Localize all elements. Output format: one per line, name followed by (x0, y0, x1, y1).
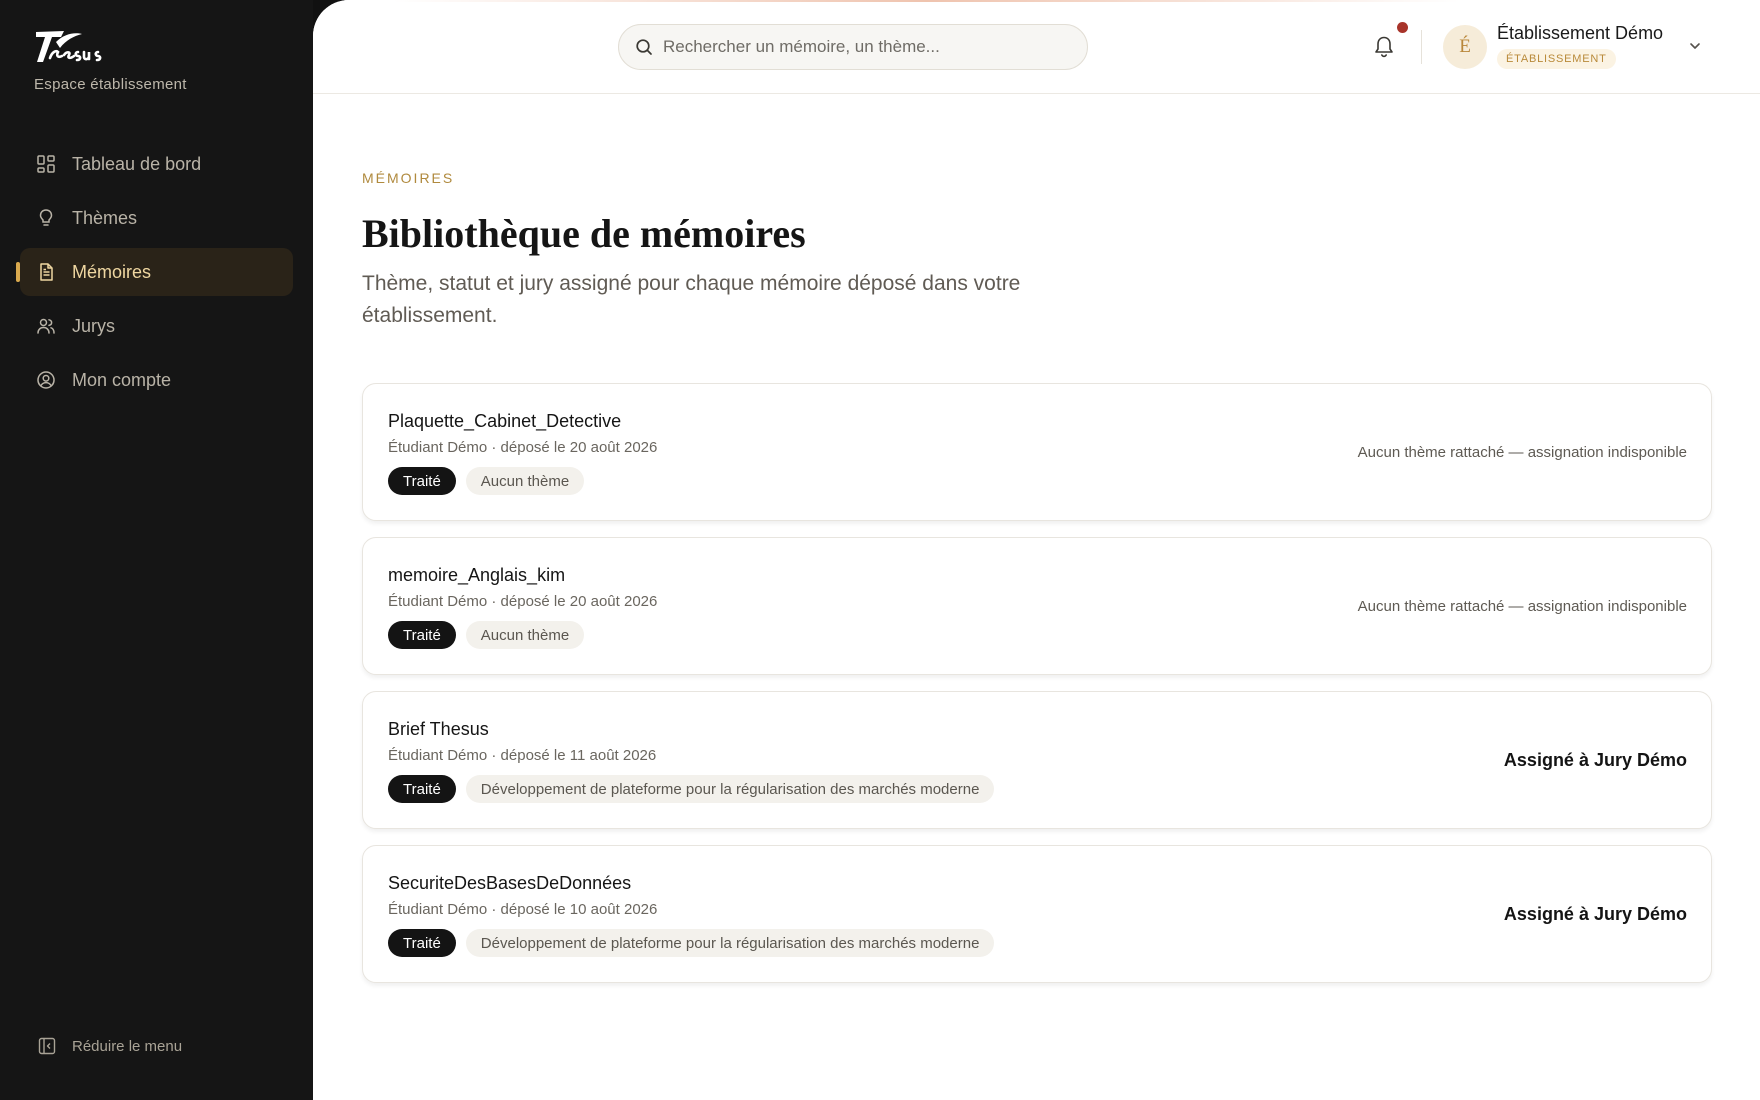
sidebar-item-label: Jurys (72, 315, 116, 336)
memoires-list: Plaquette_Cabinet_Detective Étudiant Dém… (362, 383, 1712, 999)
status-badge: Traité (388, 775, 456, 803)
memoire-title[interactable]: SecuriteDesBasesDeDonnées (388, 873, 631, 894)
memoire-meta: Étudiant Démo · déposé le 20 août 2026 (388, 593, 658, 610)
memoire-tags: Traité Aucun thème (388, 621, 585, 649)
memoire-title[interactable]: memoire_Anglais_kim (388, 565, 565, 586)
notifications-button[interactable] (1373, 34, 1397, 60)
page-eyebrow: MÉMOIRES (362, 170, 455, 186)
collapse-menu-button[interactable]: Réduire le menu (38, 1037, 182, 1055)
status-badge: Traité (388, 929, 456, 957)
memoire-card[interactable]: Plaquette_Cabinet_Detective Étudiant Dém… (362, 383, 1712, 521)
memoire-card[interactable]: SecuriteDesBasesDeDonnées Étudiant Démo … (362, 845, 1712, 983)
user-name[interactable]: Établissement Démo (1497, 23, 1663, 44)
memoire-card[interactable]: Brief Thesus Étudiant Démo · déposé le 1… (362, 691, 1712, 829)
assigned-jury[interactable]: Assigné à Jury Démo (1504, 846, 1687, 982)
sidebar-item-label: Mon compte (72, 369, 172, 390)
memoire-meta: Étudiant Démo · déposé le 10 août 2026 (388, 901, 658, 918)
sidebar-item-label: Mémoires (72, 261, 152, 282)
memoire-tags: Traité Aucun thème (388, 467, 585, 495)
collapse-menu-label: Réduire le menu (72, 1037, 183, 1055)
assigned-jury[interactable]: Assigné à Jury Démo (1504, 692, 1687, 828)
memoire-tags: Traité Développement de plateforme pour … (388, 929, 995, 957)
role-badge: ÉTABLISSEMENT (1497, 49, 1616, 69)
account-menu-button[interactable] (1687, 38, 1703, 54)
sidebar-nav: Tableau de bord Thèmes Mémoires Jurys Mo… (16, 140, 293, 410)
memoire-title[interactable]: Brief Thesus (388, 719, 489, 740)
memoire-meta: Étudiant Démo · déposé le 11 août 2026 (388, 747, 657, 764)
page-description: Thème, statut et jury assigné pour chaqu… (362, 272, 1021, 327)
sidebar-item-themes[interactable]: Thèmes (20, 194, 293, 242)
sidebar-item-label: Thèmes (72, 207, 138, 228)
theme-tag: Aucun thème (465, 621, 585, 649)
document-icon (36, 262, 56, 282)
search-box[interactable] (618, 24, 1088, 70)
user-circle-icon (36, 370, 56, 390)
chevron-down-icon (1690, 43, 1700, 49)
dashboard-grid-icon (36, 154, 56, 174)
thesus-logo-icon (36, 31, 102, 62)
sidebar-item-memoires[interactable]: Mémoires (16, 248, 293, 296)
sidebar-collapse-icon (38, 1037, 56, 1055)
theme-tag: Aucun thème (465, 467, 585, 495)
status-badge: Traité (388, 467, 456, 495)
page-title: Bibliothèque de mémoires (362, 211, 806, 256)
sidebar-item-mon-compte[interactable]: Mon compte (20, 356, 293, 404)
assignment-status: Aucun thème rattaché — assignation indis… (1357, 597, 1687, 615)
thesus-logo[interactable] (34, 28, 104, 66)
sidebar-item-jurys[interactable]: Jurys (20, 302, 293, 350)
notification-badge (1397, 22, 1408, 33)
assignment-status: Aucun thème rattaché — assignation indis… (1357, 443, 1687, 461)
sidebar-item-label: Tableau de bord (72, 153, 202, 174)
theme-tag: Développement de plateforme pour la régu… (465, 929, 995, 957)
lightbulb-icon (36, 208, 56, 228)
search-icon (635, 38, 653, 56)
status-badge: Traité (388, 621, 456, 649)
sidebar: Espace établissement Tableau de bord Thè… (0, 0, 313, 1100)
top-bar: É Établissement Démo ÉTABLISSEMENT (313, 0, 1760, 94)
memoire-tags: Traité Développement de plateforme pour … (388, 775, 995, 803)
memoire-card[interactable]: memoire_Anglais_kim Étudiant Démo · dépo… (362, 537, 1712, 675)
users-icon (36, 316, 56, 336)
memoire-meta: Étudiant Démo · déposé le 20 août 2026 (388, 439, 658, 456)
search-input[interactable] (663, 37, 1063, 57)
avatar[interactable]: É (1443, 25, 1487, 69)
theme-tag: Développement de plateforme pour la régu… (465, 775, 995, 803)
main-area: É Établissement Démo ÉTABLISSEMENT MÉMOI… (313, 0, 1760, 1100)
sidebar-subtitle: Espace établissement (34, 76, 187, 93)
memoire-title[interactable]: Plaquette_Cabinet_Detective (388, 411, 621, 432)
sidebar-item-tableau-de-bord[interactable]: Tableau de bord (20, 140, 293, 188)
header-divider (1421, 30, 1422, 64)
bell-icon (1375, 36, 1393, 58)
